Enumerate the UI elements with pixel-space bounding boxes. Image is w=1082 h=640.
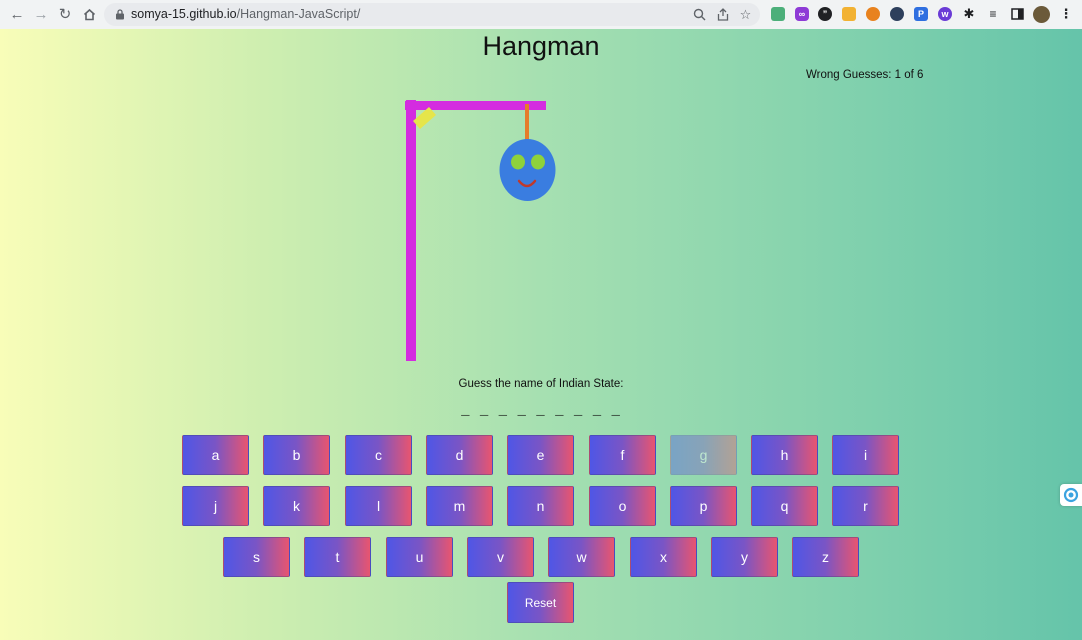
extension-metamask-icon[interactable] — [866, 7, 880, 21]
reload-icon[interactable]: ↻ — [56, 5, 74, 23]
back-icon[interactable]: ← — [8, 5, 26, 23]
letter-key-t[interactable]: t — [304, 537, 371, 577]
letter-key-c[interactable]: c — [345, 435, 412, 475]
side-panel-icon[interactable] — [1010, 7, 1024, 21]
page-body: Hangman Wrong Guesses: 1 of 6 Guess the … — [0, 29, 1082, 640]
letter-key-j[interactable]: j — [182, 486, 249, 526]
extension-chat-icon[interactable]: ” — [818, 7, 832, 21]
bookmark-star-icon[interactable]: ☆ — [738, 7, 753, 22]
extensions-puzzle-icon[interactable]: ✱ — [962, 6, 976, 21]
letter-key-x[interactable]: x — [630, 537, 697, 577]
letter-key-p[interactable]: p — [670, 486, 737, 526]
letter-key-f[interactable]: f — [589, 435, 656, 475]
profile-avatar[interactable] — [1033, 6, 1050, 23]
letter-key-g[interactable]: g — [670, 435, 737, 475]
zoom-icon[interactable] — [692, 7, 707, 22]
extension-honey-icon[interactable] — [842, 7, 856, 21]
letter-key-k[interactable]: k — [263, 486, 330, 526]
menu-kebab-icon[interactable]: ⋮ — [1059, 6, 1073, 21]
hangman-right-eye — [531, 154, 545, 170]
extension-calendar-icon[interactable] — [771, 7, 785, 21]
gallows-beam — [405, 101, 546, 110]
letter-key-s[interactable]: s — [223, 537, 290, 577]
hangman-head — [499, 139, 556, 201]
home-icon[interactable] — [80, 5, 98, 23]
extension-w-icon[interactable]: w — [938, 7, 952, 21]
floating-assistant-button[interactable] — [1060, 484, 1082, 506]
lock-icon — [116, 9, 124, 20]
gallows-post — [406, 100, 416, 361]
gallows-brace — [413, 107, 436, 129]
letter-key-b[interactable]: b — [263, 435, 330, 475]
letter-key-u[interactable]: u — [386, 537, 453, 577]
letter-key-e[interactable]: e — [507, 435, 574, 475]
letter-key-w[interactable]: w — [548, 537, 615, 577]
address-bar[interactable]: somya-15.github.io/Hangman-JavaScript/ ☆ — [104, 3, 760, 26]
letter-key-l[interactable]: l — [345, 486, 412, 526]
hangman-drawing — [405, 100, 556, 361]
extension-infinity-icon[interactable]: ∞ — [795, 7, 809, 21]
letter-key-d[interactable]: d — [426, 435, 493, 475]
letter-key-a[interactable]: a — [182, 435, 249, 475]
letter-key-y[interactable]: y — [711, 537, 778, 577]
letter-key-h[interactable]: h — [751, 435, 818, 475]
letter-key-i[interactable]: i — [832, 435, 899, 475]
extension-speed-icon[interactable] — [890, 7, 904, 21]
hangman-left-eye — [511, 154, 525, 170]
letter-key-m[interactable]: m — [426, 486, 493, 526]
url-text[interactable]: somya-15.github.io/Hangman-JavaScript/ — [131, 7, 360, 21]
reset-button[interactable]: Reset — [507, 582, 574, 623]
share-icon[interactable] — [715, 7, 730, 22]
word-display: _ _ _ _ _ _ _ _ _ — [461, 403, 621, 419]
forward-icon[interactable]: → — [32, 5, 50, 23]
letter-key-n[interactable]: n — [507, 486, 574, 526]
hangman-rope — [525, 104, 529, 142]
extension-p-icon[interactable]: P — [914, 7, 928, 21]
browser-toolbar: ← → ↻ somya-15.github.io/Hangman-JavaScr… — [0, 0, 1082, 30]
url-domain: somya-15.github.io — [131, 7, 237, 21]
reading-list-icon[interactable]: ≡ — [986, 7, 1000, 21]
letter-key-v[interactable]: v — [467, 537, 534, 577]
letter-key-q[interactable]: q — [751, 486, 818, 526]
url-path: /Hangman-JavaScript/ — [236, 7, 361, 21]
letter-key-r[interactable]: r — [832, 486, 899, 526]
letter-key-z[interactable]: z — [792, 537, 859, 577]
letter-key-o[interactable]: o — [589, 486, 656, 526]
assistant-icon — [1063, 487, 1079, 503]
hint-text: Guess the name of Indian State: — [458, 378, 624, 390]
